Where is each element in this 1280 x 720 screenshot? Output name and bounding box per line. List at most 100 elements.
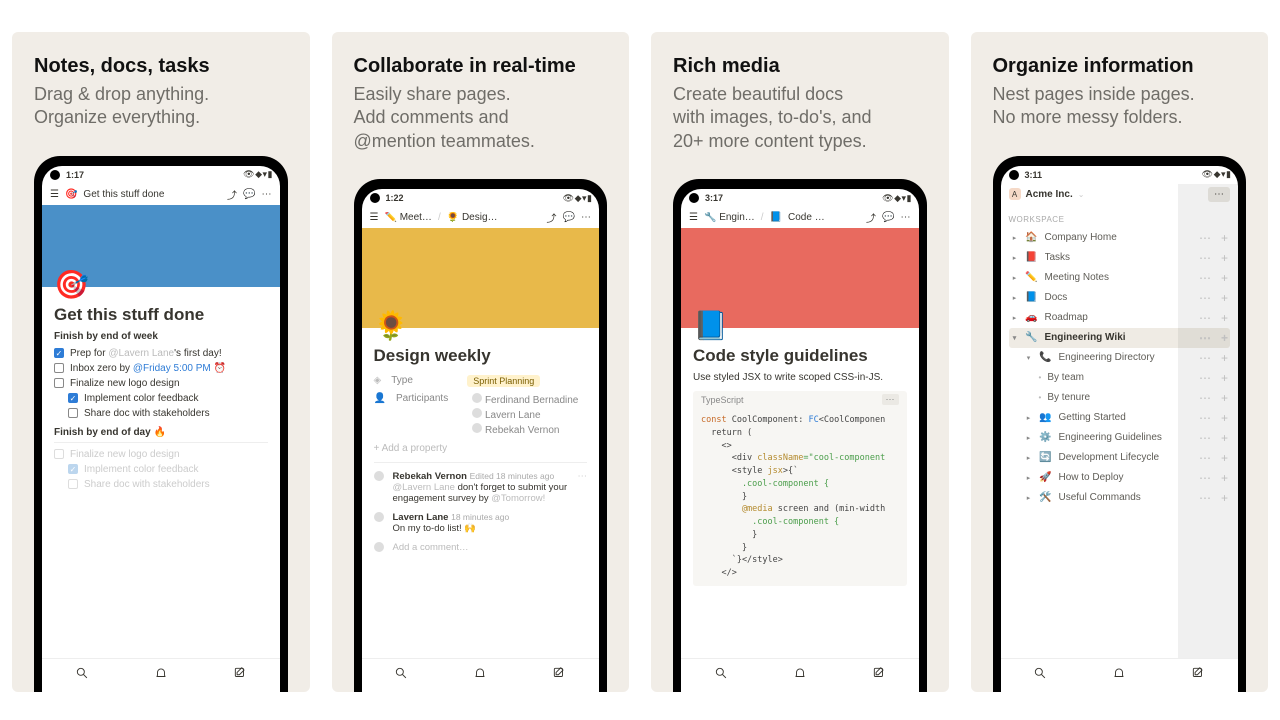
workspace-switcher-icon[interactable]: ⌄ — [1078, 190, 1085, 199]
task-item[interactable]: ✓ Prep for @Lavern Lane's first day! — [54, 346, 268, 361]
chevron-icon[interactable]: ▸ — [1025, 494, 1033, 502]
page-icon: 🚀 — [1039, 472, 1053, 483]
comment-meta: 18 minutes ago — [451, 512, 509, 522]
phone-mockup: 1:22 👁 ◆ ▾ ▮ ☰ ✏️ Meet… / 🌻 Desig… ⤴ 💬 ⋯ — [354, 179, 608, 692]
page-title[interactable]: Code style guidelines — [693, 346, 907, 366]
page-title[interactable]: Design weekly — [374, 346, 588, 366]
workspace-name[interactable]: Acme Inc. — [1026, 189, 1073, 200]
menu-icon[interactable]: ☰ — [689, 212, 698, 223]
comment-icon[interactable]: 💬 — [563, 212, 575, 223]
checkbox-icon[interactable] — [54, 363, 64, 373]
share-icon[interactable]: ⤴ — [866, 210, 876, 225]
page-emoji[interactable]: 🌻 — [374, 312, 588, 340]
more-icon[interactable]: ⋯ — [901, 212, 911, 223]
chevron-icon[interactable]: ▸ — [1025, 434, 1033, 442]
ghost-task[interactable]: ✓ Implement color feedback — [68, 462, 268, 477]
more-icon[interactable]: ⋯ — [581, 212, 591, 223]
breadcrumb[interactable]: ✏️ Meet… — [384, 212, 431, 223]
section-heading[interactable]: Finish by end of week — [54, 331, 268, 342]
checkbox-icon[interactable]: ✓ — [54, 348, 64, 358]
search-icon[interactable] — [75, 666, 89, 685]
chevron-icon[interactable]: ▸ — [1025, 474, 1033, 482]
search-icon[interactable] — [714, 666, 728, 685]
checkbox-icon[interactable] — [54, 449, 64, 459]
bullet-icon[interactable]: • — [1039, 373, 1042, 382]
breadcrumb[interactable]: 🔧 Engin… — [704, 212, 755, 223]
comment[interactable]: Lavern Lane 18 minutes ago On my to-do l… — [374, 508, 588, 538]
search-icon[interactable] — [394, 666, 408, 685]
property-row[interactable]: ◈ Type Sprint Planning — [374, 372, 588, 390]
panel-sub: Nest pages inside pages. No more messy f… — [993, 83, 1247, 130]
checkbox-icon[interactable]: ✓ — [68, 393, 78, 403]
chevron-icon[interactable]: ▸ — [1011, 274, 1019, 282]
compose-icon[interactable] — [872, 666, 886, 685]
comment-icon[interactable]: 💬 — [882, 212, 894, 223]
page-title[interactable]: Get this stuff done — [54, 305, 268, 325]
notifications-icon[interactable] — [154, 666, 168, 685]
camera-dot — [50, 170, 60, 180]
search-icon[interactable] — [1033, 666, 1047, 685]
bottom-nav — [362, 658, 600, 692]
chevron-icon[interactable]: ▸ — [1011, 254, 1019, 262]
panel-title: Organize information — [993, 54, 1247, 79]
add-comment-input[interactable]: Add a comment… — [374, 538, 588, 557]
code-more-icon[interactable]: ⋯ — [882, 394, 899, 405]
section-heading[interactable]: Finish by end of day 🔥 — [54, 427, 268, 438]
chevron-icon[interactable]: ▸ — [1011, 294, 1019, 302]
chevron-icon[interactable]: ▸ — [1011, 314, 1019, 322]
subtask-item[interactable]: ✓ Implement color feedback — [68, 391, 268, 406]
comment[interactable]: Rebekah Vernon Edited 18 minutes ago ⋯ @… — [374, 467, 588, 508]
ghost-task[interactable]: Share doc with stakeholders — [68, 477, 268, 492]
sidebar-item-label: Useful Commands — [1059, 492, 1193, 503]
checkbox-icon[interactable] — [54, 378, 64, 388]
code-language[interactable]: TypeScript — [701, 395, 744, 405]
page-emoji[interactable]: 🎯 — [54, 271, 268, 299]
bottom-nav — [681, 658, 919, 692]
add-property-button[interactable]: + Add a property — [374, 439, 588, 458]
compose-icon[interactable] — [552, 666, 566, 685]
notifications-icon[interactable] — [1112, 666, 1126, 685]
ghost-task[interactable]: Finalize new logo design — [54, 447, 268, 462]
breadcrumb[interactable]: 🌻 Desig… — [447, 212, 498, 223]
checkbox-icon[interactable]: ✓ — [68, 464, 78, 474]
property-row[interactable]: 👤 Participants Ferdinand Bernadine Laver… — [374, 390, 588, 439]
phone-mockup: 1:17 👁 ◆ ▾ ▮ ☰ 🎯 Get this stuff done ⤴ 💬… — [34, 156, 288, 692]
menu-icon[interactable]: ☰ — [50, 189, 59, 200]
comment-more-icon[interactable]: ⋯ — [578, 471, 588, 482]
sidebar-item-label: By tenure — [1047, 392, 1193, 403]
bullet-icon[interactable]: • — [1039, 393, 1042, 402]
comment-icon[interactable]: 💬 — [243, 189, 255, 200]
sidebar-item-label: Engineering Wiki — [1045, 332, 1193, 343]
date-reminder[interactable]: @Friday 5:00 PM ⏰ — [133, 363, 226, 374]
compose-icon[interactable] — [1191, 666, 1205, 685]
menu-icon[interactable]: ☰ — [370, 212, 379, 223]
code-block[interactable]: const CoolComponent: FC<CoolComponen ret… — [693, 408, 907, 586]
share-icon[interactable]: ⤴ — [227, 187, 237, 202]
user-mention[interactable]: @Lavern Lane — [108, 348, 174, 359]
chevron-icon[interactable]: ▸ — [1025, 454, 1033, 462]
share-icon[interactable]: ⤴ — [547, 210, 557, 225]
notifications-icon[interactable] — [793, 666, 807, 685]
page-emoji[interactable]: 📘 — [693, 312, 907, 340]
checkbox-icon[interactable] — [68, 408, 78, 418]
notifications-icon[interactable] — [473, 666, 487, 685]
page-intro[interactable]: Use styled JSX to write scoped CSS-in-JS… — [693, 372, 907, 383]
checkbox-icon[interactable] — [68, 479, 78, 489]
page-icon: 📕 — [1025, 252, 1039, 263]
chevron-icon[interactable]: ▸ — [1011, 234, 1019, 242]
chevron-icon[interactable]: ▾ — [1011, 334, 1019, 342]
chevron-icon[interactable]: ▸ — [1025, 414, 1033, 422]
chevron-icon[interactable]: ▾ — [1025, 354, 1033, 362]
breadcrumb[interactable]: Code … — [788, 212, 825, 223]
task-item[interactable]: Inbox zero by @Friday 5:00 PM ⏰ — [54, 361, 268, 376]
sidebar-item-label: Company Home — [1045, 232, 1193, 243]
participant: Rebekah Vernon — [472, 423, 578, 436]
compose-icon[interactable] — [233, 666, 247, 685]
more-icon[interactable]: ⋯ — [262, 189, 272, 200]
subtask-item[interactable]: Share doc with stakeholders — [68, 406, 268, 421]
type-tag[interactable]: Sprint Planning — [467, 375, 540, 387]
breadcrumb[interactable]: Get this stuff done — [83, 189, 164, 200]
task-item[interactable]: Finalize new logo design — [54, 376, 268, 391]
code-block-header: TypeScript ⋯ — [693, 391, 907, 408]
comment-text: On my to-do list! 🙌 — [393, 523, 588, 534]
